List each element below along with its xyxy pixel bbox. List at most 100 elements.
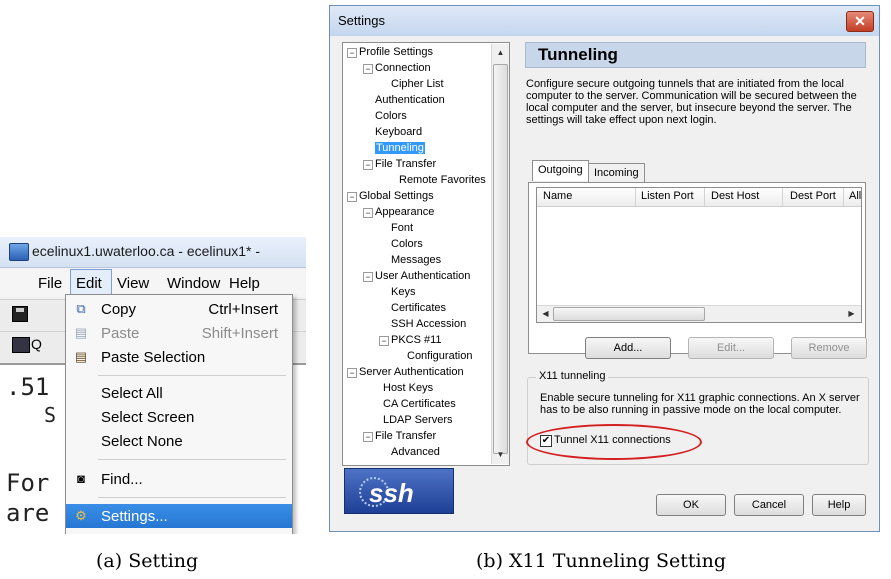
menu-file[interactable]: File (38, 275, 62, 292)
column-header[interactable]: Name (543, 190, 572, 202)
collapse-icon[interactable]: − (363, 160, 373, 170)
panel-a-screenshot: ecelinux1.uwaterloo.ca - ecelinux1* - Fi… (0, 237, 306, 534)
save-icon[interactable] (12, 306, 28, 322)
annotation-ellipse (526, 424, 702, 460)
column-divider[interactable] (704, 188, 705, 206)
section-header: Tunneling (525, 42, 866, 68)
dialog-titlebar (330, 6, 879, 36)
section-title: Tunneling (538, 45, 618, 64)
menu-item-paste[interactable]: ▤ Paste Shift+Insert (66, 321, 292, 345)
quick-connect-label[interactable]: Q (31, 336, 42, 352)
tree-item-host-keys[interactable]: Host Keys (383, 381, 433, 395)
scroll-down-icon[interactable]: ▼ (494, 449, 507, 461)
scroll-up-icon[interactable]: ▲ (494, 47, 507, 59)
x11-description: Enable secure tunneling for X11 graphic … (540, 392, 860, 416)
edit-button[interactable]: Edit... (688, 337, 774, 359)
logo-text: ssh (369, 478, 414, 508)
select-screen-label: Select Screen (101, 409, 195, 426)
collapse-icon[interactable]: − (363, 272, 373, 282)
paste-selection-icon: ▤ (74, 349, 88, 364)
tree-item-cipher-list[interactable]: Cipher List (391, 77, 444, 91)
menu-view[interactable]: View (117, 275, 149, 292)
tree-item-appearance[interactable]: Appearance (375, 205, 434, 219)
tab-outgoing[interactable]: Outgoing (532, 160, 589, 181)
tree-item-colors-global[interactable]: Colors (391, 237, 423, 251)
column-header[interactable]: Listen Port (641, 190, 694, 202)
collapse-icon[interactable]: − (379, 336, 389, 346)
column-divider[interactable] (782, 188, 783, 206)
cancel-button[interactable]: Cancel (734, 494, 804, 516)
column-divider[interactable] (843, 188, 844, 206)
menu-item-select-all[interactable]: Select All (66, 381, 292, 405)
tree-item-colors[interactable]: Colors (375, 109, 407, 123)
tree-item-authentication[interactable]: Authentication (375, 93, 445, 107)
settings-label: Settings... (101, 508, 168, 525)
tree-item-advanced[interactable]: Advanced (391, 445, 440, 459)
collapse-icon[interactable]: − (363, 432, 373, 442)
tree-item-ldap-servers[interactable]: LDAP Servers (383, 413, 453, 427)
menu-help[interactable]: Help (229, 275, 260, 292)
settings-tree[interactable]: − Profile Settings − Connection Cipher L… (342, 42, 510, 466)
tree-item-keys[interactable]: Keys (391, 285, 415, 299)
tree-item-ca-certificates[interactable]: CA Certificates (383, 397, 456, 411)
tree-item-certificates[interactable]: Certificates (391, 301, 446, 315)
terminal-line: S (44, 403, 57, 427)
tab-incoming[interactable]: Incoming (588, 163, 645, 182)
close-button[interactable]: ✕ (846, 11, 874, 32)
scroll-left-icon[interactable]: ◀ (539, 308, 552, 320)
tree-item-profile-settings[interactable]: Profile Settings (359, 45, 433, 59)
menu-separator (98, 459, 286, 460)
tunnel-list[interactable]: Name Listen Port Dest Host Dest Port All… (536, 187, 862, 323)
tree-item-configuration[interactable]: Configuration (407, 349, 472, 363)
copy-label: Copy (101, 301, 137, 318)
menu-item-paste-selection[interactable]: ▤ Paste Selection (66, 345, 292, 369)
tree-item-font[interactable]: Font (391, 221, 413, 235)
menu-item-settings[interactable]: ⚙ Settings... (66, 504, 292, 528)
select-none-label: Select None (101, 433, 183, 450)
tree-item-file-transfer[interactable]: File Transfer (375, 157, 436, 171)
collapse-icon[interactable]: − (363, 208, 373, 218)
menu-item-find[interactable]: ◙ Find... (66, 467, 292, 491)
tree-item-tunneling[interactable]: Tunneling (375, 141, 425, 155)
tree-item-pkcs11[interactable]: PKCS #11 (391, 333, 442, 347)
paste-icon: ▤ (74, 325, 88, 340)
menu-edit[interactable]: Edit (76, 275, 102, 292)
copy-shortcut: Ctrl+Insert (208, 301, 278, 318)
ok-button[interactable]: OK (656, 494, 726, 516)
tree-item-remote-favorites[interactable]: Remote Favorites (399, 173, 486, 187)
tree-item-ssh-accession[interactable]: SSH Accession (391, 317, 466, 331)
list-scroll-thumb[interactable] (553, 307, 705, 321)
menu-item-copy[interactable]: ⧉ Copy Ctrl+Insert (66, 297, 292, 321)
column-divider[interactable] (635, 188, 636, 206)
column-header[interactable]: Allow (849, 190, 861, 202)
help-button[interactable]: Help (812, 494, 866, 516)
settings-icon: ⚙ (75, 508, 87, 523)
collapse-icon[interactable]: − (363, 64, 373, 74)
remove-button[interactable]: Remove (791, 337, 867, 359)
menu-window[interactable]: Window (167, 275, 220, 292)
paste-selection-label: Paste Selection (101, 349, 206, 366)
tree-item-keyboard[interactable]: Keyboard (375, 125, 422, 139)
column-header[interactable]: Dest Host (711, 190, 759, 202)
tree-item-user-authentication[interactable]: User Authentication (375, 269, 470, 283)
column-header[interactable]: Dest Port (790, 190, 836, 202)
tree-item-connection[interactable]: Connection (375, 61, 431, 75)
tree-scroll-thumb[interactable] (493, 64, 508, 454)
collapse-icon[interactable]: − (347, 192, 357, 202)
terminal-line: .51 (6, 373, 50, 401)
add-button[interactable]: Add... (585, 337, 671, 359)
menu-item-select-screen[interactable]: Select Screen (66, 405, 292, 429)
collapse-icon[interactable]: − (347, 48, 357, 58)
tree-item-global-settings[interactable]: Global Settings (359, 189, 434, 203)
tree-item-file-transfer-global[interactable]: File Transfer (375, 429, 436, 443)
quick-connect-icon[interactable] (12, 337, 30, 353)
tree-item-messages[interactable]: Messages (391, 253, 441, 267)
menu-separator (98, 375, 286, 376)
terminal-line: For (6, 469, 50, 497)
collapse-icon[interactable]: − (347, 368, 357, 378)
tree-item-server-authentication[interactable]: Server Authentication (359, 365, 464, 379)
settings-dialog: Settings ✕ − Profile Settings − Connecti… (329, 5, 880, 532)
scroll-right-icon[interactable]: ▶ (845, 308, 858, 320)
menu-item-select-none[interactable]: Select None (66, 429, 292, 453)
paste-shortcut: Shift+Insert (201, 325, 278, 342)
